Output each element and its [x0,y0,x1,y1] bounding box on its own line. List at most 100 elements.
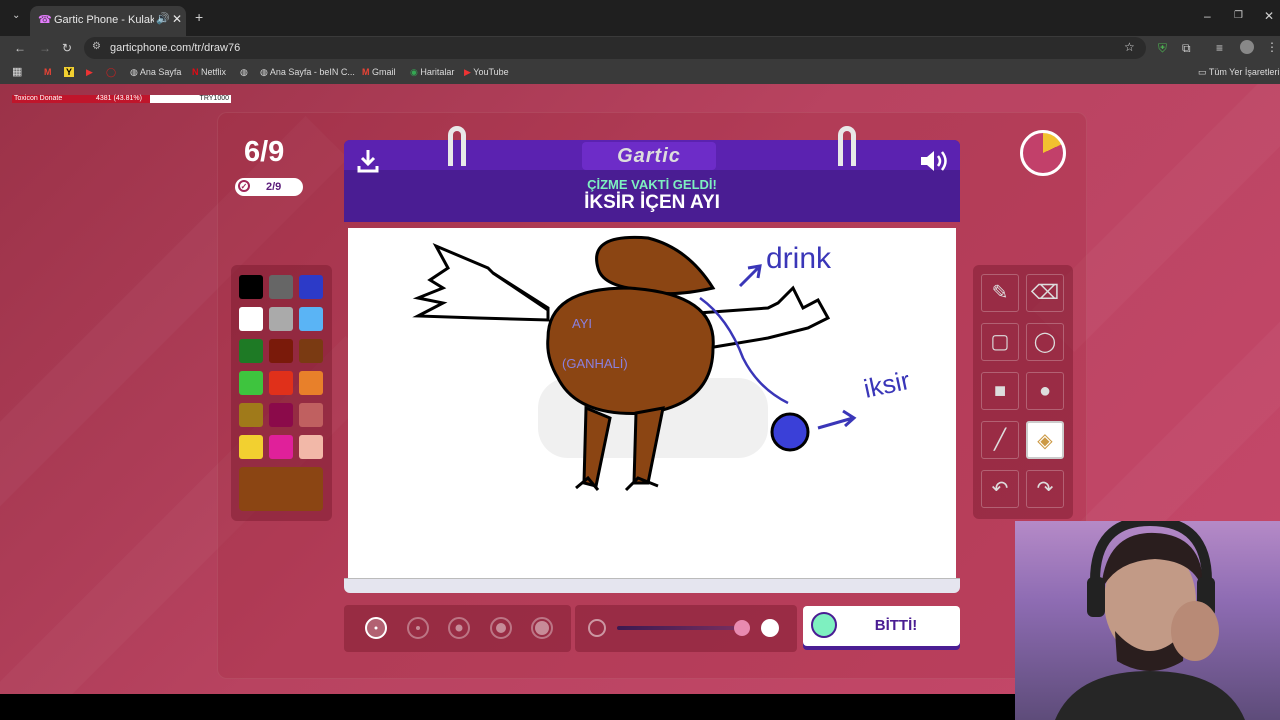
browser-tab-bar: ⌄ ☎ Gartic Phone - Kulaktan Kul 🔊 ✕ + – … [0,0,1280,36]
color-swatch[interactable] [299,435,323,459]
color-swatch[interactable] [239,435,263,459]
volume-icon[interactable] [918,148,950,174]
eraser-tool-button[interactable]: ⌫ [1026,274,1064,312]
color-swatch[interactable] [269,307,293,331]
color-swatch[interactable] [299,307,323,331]
color-swatch[interactable] [239,307,263,331]
tab-list-chevron-icon[interactable]: ⌄ [12,10,20,21]
youtube-small-icon[interactable]: ▶ [86,67,93,78]
ellipse-filled-tool-button[interactable]: ● [1026,372,1064,410]
color-swatch[interactable] [299,403,323,427]
drawing-canvas[interactable]: AYI (GANHALİ) drink iksir [348,228,956,578]
yellow-bookmark-icon[interactable]: Y [64,67,75,77]
binder-ring [838,126,856,166]
close-window-icon[interactable]: ✕ [1264,9,1274,23]
bookmark-star-icon[interactable]: ☆ [1124,40,1135,54]
opacity-min-icon [588,619,606,637]
all-bookmarks[interactable]: ▭ Tüm Yer İşaretleri [1198,67,1279,78]
color-swatch[interactable] [269,275,293,299]
redo-tool-button[interactable]: ↷ [1026,470,1064,508]
brush-size-4[interactable] [490,617,512,639]
globe-icon[interactable]: ◍ [240,67,248,78]
webcam-overlay [1015,521,1280,720]
bookmarks-bar: ▦ M Y ▶ ◯ ◍ Ana Sayfa N Netflix ◍ ◍ Ana … [0,62,1280,84]
opacity-max-icon [761,619,779,637]
undo-tool-button[interactable]: ↶ [981,470,1019,508]
color-swatch[interactable] [299,339,323,363]
minimize-icon[interactable]: – [1204,9,1211,23]
reload-icon[interactable]: ↻ [62,41,72,55]
url-text: garticphone.com/tr/draw76 [110,42,241,54]
fill-bucket-icon: ◈ [1037,430,1053,452]
extensions-icon[interactable]: ⧉ [1182,41,1191,56]
color-swatch[interactable] [299,275,323,299]
color-swatch[interactable] [269,371,293,395]
speaker-icon[interactable]: 🔊 [156,12,170,25]
bookmark-haritalar[interactable]: ◉ Haritalar [410,67,454,78]
color-swatch[interactable] [239,339,263,363]
bookmark-label: Ana Sayfa [139,67,182,77]
line-tool-button[interactable]: ╱ [981,421,1019,459]
undo-icon: ↶ [991,478,1009,500]
opera-icon[interactable]: ◯ [106,67,116,78]
streamer-portrait [1055,521,1245,720]
brush-size-2[interactable] [407,617,429,639]
bookmark-netflix[interactable]: N Netflix [192,67,226,77]
prompt-header: ÇİZME VAKTİ GELDİ! [587,177,717,192]
drawing-notebook: Gartic ÇİZME VAKTİ GELDİ! İKSİR İÇEN AYI [344,126,960,593]
notebook-header: Gartic ÇİZME VAKTİ GELDİ! İKSİR İÇEN AYI [344,140,960,222]
favicon-icon: ☎ [38,14,52,26]
media-icon[interactable]: ≡ [1216,41,1223,55]
rectangle-filled-icon: ■ [993,380,1007,402]
done-button[interactable]: BİTTİ! [803,606,960,646]
bookmark-youtube[interactable]: ▶ YouTube [464,67,509,78]
round-counter: 6/9 [244,136,285,168]
address-bar[interactable]: ⚙ garticphone.com/tr/draw76 ☆ [84,37,1146,59]
completed-badge: ✓ 2/9 [235,178,303,196]
forward-icon[interactable]: → [39,41,51,55]
notebook-bottom-edge [344,578,960,593]
restore-icon[interactable]: ❐ [1234,10,1243,21]
menu-icon[interactable]: ⋮ [1266,40,1278,54]
fill-bucket-tool-button[interactable]: ◈ [1026,421,1064,459]
extension-shield-icon[interactable]: ⛨ [1158,41,1167,56]
brush-size-5[interactable] [531,617,553,639]
drawing: AYI (GANHALİ) drink iksir [412,235,913,492]
color-swatch[interactable] [239,371,263,395]
apps-icon[interactable]: ▦ [12,65,22,78]
browser-tab[interactable]: ☎ Gartic Phone - Kulaktan Kul 🔊 ✕ [30,6,186,36]
done-label: BİTTİ! [874,617,918,634]
check-icon [811,612,837,638]
color-swatch[interactable] [269,435,293,459]
download-icon[interactable] [356,148,380,174]
gmail-bookmark-icon[interactable]: M [44,67,52,77]
tool-panel: ✎ ⌫ ▢ ◯ ■ ● ╱ ◈ ↶ ↷ [973,265,1073,519]
new-tab-icon[interactable]: + [195,9,203,25]
brush-size-1[interactable] [365,617,387,639]
brush-size-3[interactable] [448,617,470,639]
color-swatch[interactable] [239,403,263,427]
color-swatch[interactable] [269,403,293,427]
color-swatch[interactable] [299,371,323,395]
close-tab-icon[interactable]: ✕ [172,12,182,26]
pencil-tool-button[interactable]: ✎ [981,274,1019,312]
back-icon[interactable]: ← [14,41,26,55]
opacity-slider[interactable] [575,605,797,652]
profile-avatar[interactable] [1240,40,1254,54]
ellipse-outline-tool-button[interactable]: ◯ [1026,323,1064,361]
color-swatch[interactable] [269,339,293,363]
bookmark-gmail[interactable]: M Gmail [362,67,396,77]
bookmark-label: Ana Sayfa - beIN C... [269,67,355,77]
bookmark-bein[interactable]: ◍ Ana Sayfa - beIN C... [260,67,355,78]
drawing-text-drink: drink [766,242,832,275]
opacity-handle[interactable] [734,620,750,636]
timer-icon [1020,130,1066,176]
opacity-track[interactable] [617,626,745,630]
rectangle-filled-tool-button[interactable]: ■ [981,372,1019,410]
rectangle-outline-icon: ▢ [990,331,1010,353]
color-swatch[interactable] [239,275,263,299]
bookmark-ana-sayfa[interactable]: ◍ Ana Sayfa [130,67,181,78]
site-info-icon[interactable]: ⚙ [92,41,101,52]
redo-icon: ↷ [1036,478,1054,500]
rectangle-outline-tool-button[interactable]: ▢ [981,323,1019,361]
